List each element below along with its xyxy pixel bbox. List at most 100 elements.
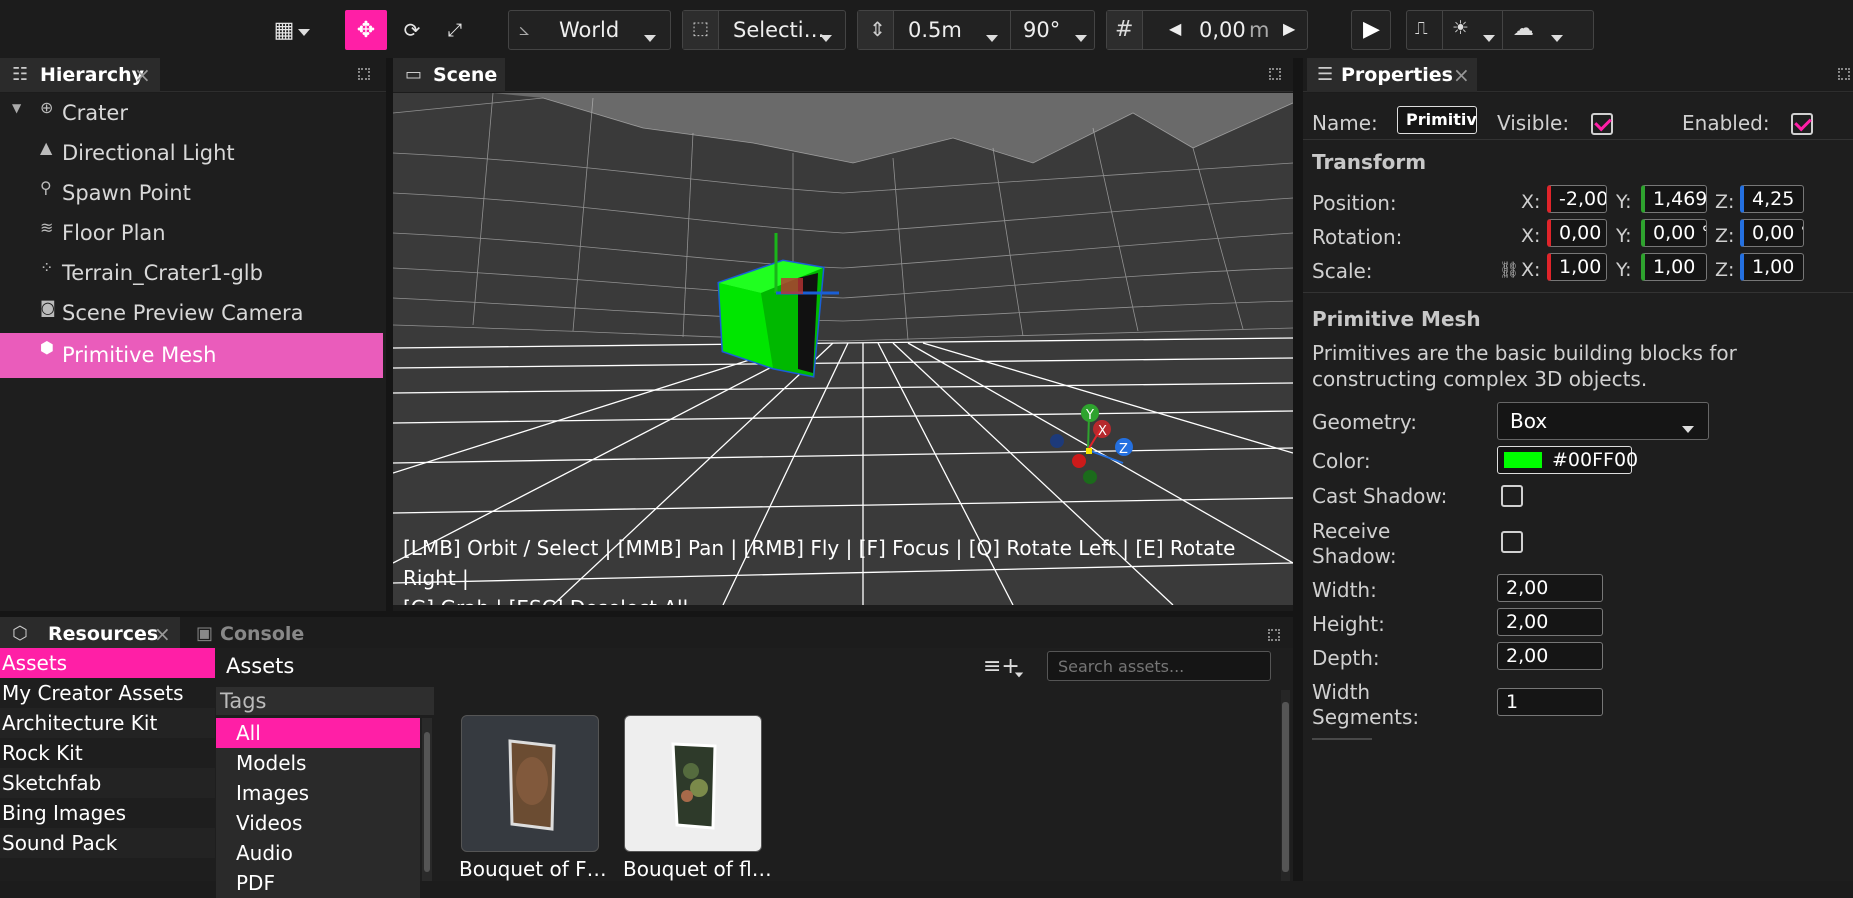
position-label: Position: xyxy=(1312,191,1397,215)
width-segments-label: Width xyxy=(1312,680,1371,704)
tag-item-all[interactable]: All xyxy=(216,718,420,748)
hierarchy-item[interactable]: ⚲ Spawn Point xyxy=(0,173,383,213)
resources-tabbar: ⬡ Resources × ▣ Console xyxy=(0,617,1293,651)
tab-properties-label: Properties xyxy=(1341,64,1453,86)
tag-item[interactable]: Videos xyxy=(216,808,420,838)
close-icon[interactable]: × xyxy=(1453,58,1470,92)
space-value: World xyxy=(559,18,620,42)
move-tool-button[interactable]: ✥ xyxy=(345,10,387,50)
scrollbar-thumb[interactable] xyxy=(1282,702,1289,872)
rotation-x-field[interactable]: 0,00 ° xyxy=(1547,219,1607,247)
tag-item[interactable]: Models xyxy=(216,748,420,778)
snap-angle-dropdown[interactable]: 90° xyxy=(1011,11,1095,49)
visible-checkbox[interactable] xyxy=(1591,113,1613,135)
close-icon[interactable]: × xyxy=(134,58,151,92)
scale-x-field[interactable]: 1,00 xyxy=(1547,253,1607,281)
scale-icon: ⤢ xyxy=(447,19,463,41)
expand-panel-icon[interactable] xyxy=(1268,629,1280,641)
link-icon[interactable]: ⛓ xyxy=(1499,260,1519,279)
source-item[interactable]: My Creator Assets xyxy=(0,678,215,708)
search-assets-input[interactable] xyxy=(1047,651,1271,681)
decrease-grid-button[interactable]: ◀ xyxy=(1169,19,1181,38)
source-item[interactable]: Sketchfab xyxy=(0,768,215,798)
top-toolbar: ▦ ✥ ⟳ ⤢ ⦣ World ⬚ Selecti… ⇕ 0.5m 90° # … xyxy=(0,0,1853,58)
expand-panel-icon[interactable] xyxy=(1838,68,1850,80)
tag-item[interactable]: Images xyxy=(216,778,420,808)
tab-scene[interactable]: ▭ Scene xyxy=(393,58,505,92)
close-icon[interactable]: × xyxy=(154,617,171,651)
color-value: #00FF00 xyxy=(1552,449,1639,471)
geometry-dropdown[interactable]: Box xyxy=(1497,402,1709,440)
tab-hierarchy[interactable]: ☷ Hierarchy × xyxy=(0,58,160,92)
grid-value[interactable]: 0,00 xyxy=(1199,11,1246,49)
position-z-field[interactable]: 4,25 xyxy=(1740,185,1804,213)
rotate-tool-button[interactable]: ⟳ xyxy=(391,10,433,50)
axis-x-label: X: xyxy=(1521,225,1541,247)
chevron-down-icon xyxy=(1015,667,1023,680)
asset-thumbnail xyxy=(671,742,717,830)
hierarchy-item[interactable]: ≋ Floor Plan xyxy=(0,213,383,253)
scene-viewport[interactable]: Y X Z [LMB] Orbit / Select | [MMB] Pan |… xyxy=(393,93,1293,605)
hierarchy-item[interactable]: ⁘ Terrain_Crater1-glb xyxy=(0,253,383,293)
source-item[interactable]: Rock Kit xyxy=(0,738,215,768)
source-item[interactable]: Architecture Kit xyxy=(0,708,215,738)
source-item-assets[interactable]: Assets xyxy=(0,648,215,678)
layout-menu-button[interactable]: ▦ xyxy=(266,10,318,50)
tags-scrollbar[interactable] xyxy=(422,718,432,881)
color-picker[interactable]: #00FF00 xyxy=(1497,446,1638,474)
position-x-field[interactable]: -2,009 xyxy=(1547,185,1607,213)
breadcrumb: Assets xyxy=(226,654,295,678)
hierarchy-item-selected[interactable]: ⬢ Primitive Mesh xyxy=(0,333,383,378)
height-field[interactable]: 2,00 xyxy=(1497,608,1603,636)
source-item[interactable]: Sound Pack xyxy=(0,828,215,858)
panel-splitter[interactable] xyxy=(386,58,393,611)
environment-menu-button[interactable]: ☀ xyxy=(1443,11,1503,49)
stats-button[interactable]: ⎍ xyxy=(1407,11,1443,49)
snap-distance-dropdown[interactable]: 0.5m xyxy=(894,11,1011,49)
asset-card[interactable] xyxy=(624,715,762,852)
tag-item[interactable]: PDF xyxy=(216,868,420,898)
axis-z-label: Z: xyxy=(1715,191,1735,213)
tag-item[interactable]: Audio xyxy=(216,838,420,868)
tab-console[interactable]: ▣ Console xyxy=(186,617,306,651)
scale-tool-button[interactable]: ⤢ xyxy=(434,10,476,50)
scrollbar-thumb[interactable] xyxy=(424,732,430,872)
tab-resources[interactable]: ⬡ Resources × xyxy=(0,617,180,651)
rotation-y-field[interactable]: 0,00 ° xyxy=(1641,219,1707,247)
chevron-down-icon xyxy=(1551,27,1563,46)
cast-shadow-label: Cast Shadow: xyxy=(1312,484,1448,508)
scale-y-field[interactable]: 1,00 xyxy=(1641,253,1707,281)
width-segments-field[interactable]: 1 xyxy=(1497,688,1603,716)
expand-panel-icon[interactable] xyxy=(358,68,370,80)
cube-icon: ⬢ xyxy=(40,338,54,357)
name-field[interactable]: Primitiv xyxy=(1397,106,1477,134)
asset-card[interactable] xyxy=(461,715,599,852)
cloud-menu-button[interactable]: ☁ xyxy=(1503,11,1593,49)
hierarchy-item[interactable]: ▲ Directional Light xyxy=(0,133,383,173)
axis-x-label: X: xyxy=(1521,259,1541,281)
rotation-z-field[interactable]: 0,00 ° xyxy=(1740,219,1804,247)
panel-splitter[interactable] xyxy=(1293,58,1303,881)
enabled-checkbox[interactable] xyxy=(1791,113,1813,135)
geometry-value: Box xyxy=(1510,409,1548,433)
snap-mode-dropdown[interactable]: ⬚ Selecti… xyxy=(682,10,846,50)
panel-splitter[interactable] xyxy=(0,611,1293,617)
receive-shadow-checkbox[interactable] xyxy=(1501,531,1523,553)
chevron-down-icon xyxy=(820,27,832,46)
cast-shadow-checkbox[interactable] xyxy=(1501,485,1523,507)
space-dropdown[interactable]: ⦣ World xyxy=(508,10,671,50)
source-item[interactable]: Bing Images xyxy=(0,798,215,828)
increase-grid-button[interactable]: ▶ xyxy=(1283,19,1295,38)
width-field[interactable]: 2,00 xyxy=(1497,574,1603,602)
expand-panel-icon[interactable] xyxy=(1269,68,1281,80)
play-button[interactable]: ▶ xyxy=(1351,10,1391,50)
assets-scrollbar[interactable] xyxy=(1281,690,1290,881)
hierarchy-item[interactable]: ◙ Scene Preview Camera xyxy=(0,293,383,333)
position-y-field[interactable]: 1,469 xyxy=(1641,185,1707,213)
tab-properties[interactable]: ☰ Properties × xyxy=(1307,58,1477,92)
scale-z-field[interactable]: 1,00 xyxy=(1740,253,1804,281)
hierarchy-item[interactable]: ⊕ Crater xyxy=(0,93,383,133)
depth-field[interactable]: 2,00 xyxy=(1497,642,1603,670)
light-icon: ▲ xyxy=(40,138,53,157)
properties-panel: Name: Primitiv Visible: Enabled: Transfo… xyxy=(1303,93,1853,881)
